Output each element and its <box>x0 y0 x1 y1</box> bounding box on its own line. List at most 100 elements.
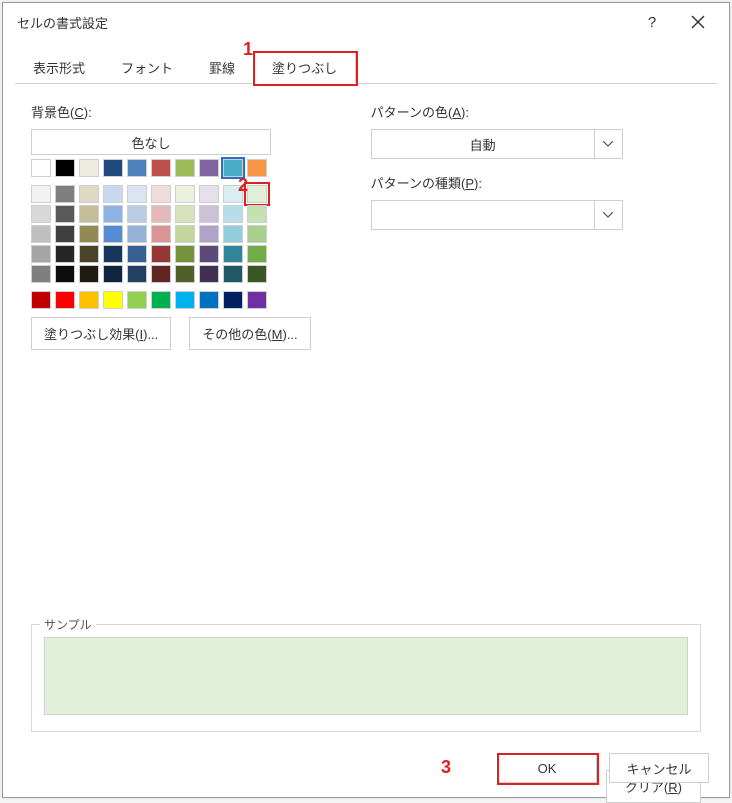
chevron-down-icon <box>594 201 622 229</box>
titlebar: セルの書式設定 ? <box>3 3 729 41</box>
color-swatch[interactable] <box>103 265 123 283</box>
color-swatch[interactable] <box>79 225 99 243</box>
color-swatch[interactable] <box>79 291 99 309</box>
color-swatch[interactable] <box>247 185 267 203</box>
color-swatch[interactable] <box>151 291 171 309</box>
dialog-body: 背景色(C): 色なし 塗りつぶし効果(I)... その他の色(M)... パタ… <box>3 84 729 743</box>
close-button[interactable] <box>675 3 721 41</box>
color-swatch[interactable] <box>103 291 123 309</box>
color-swatch[interactable] <box>127 225 147 243</box>
tab-border[interactable]: 罫線 <box>191 52 253 84</box>
color-swatch[interactable] <box>55 265 75 283</box>
color-swatch[interactable] <box>103 225 123 243</box>
tabs-row: 表示形式 フォント 罫線 塗りつぶし <box>3 41 729 84</box>
color-swatch[interactable] <box>79 185 99 203</box>
close-icon <box>691 15 705 29</box>
color-swatch-row <box>31 159 271 177</box>
color-swatch[interactable] <box>247 291 267 309</box>
color-swatch[interactable] <box>151 205 171 223</box>
color-swatch[interactable] <box>175 205 195 223</box>
sample-preview <box>44 637 688 715</box>
color-swatch[interactable] <box>31 225 51 243</box>
dialog-title: セルの書式設定 <box>17 13 629 32</box>
color-swatch[interactable] <box>31 291 51 309</box>
color-swatch[interactable] <box>223 185 243 203</box>
cancel-button[interactable]: キャンセル <box>609 753 709 783</box>
tab-font[interactable]: フォント <box>103 52 191 84</box>
pattern-section: パターンの色(A): 自動 パターンの種類(P): <box>371 102 701 350</box>
color-swatch[interactable] <box>55 159 75 177</box>
color-swatch[interactable] <box>55 291 75 309</box>
color-swatch[interactable] <box>151 159 171 177</box>
color-swatch[interactable] <box>199 245 219 263</box>
tab-display-format[interactable]: 表示形式 <box>15 52 103 84</box>
color-swatch[interactable] <box>103 159 123 177</box>
color-swatch[interactable] <box>127 185 147 203</box>
color-swatch[interactable] <box>175 291 195 309</box>
color-swatch[interactable] <box>199 159 219 177</box>
color-swatch[interactable] <box>247 205 267 223</box>
color-swatch[interactable] <box>127 265 147 283</box>
color-swatch[interactable] <box>55 225 75 243</box>
sample-label: サンプル <box>40 616 96 633</box>
no-color-button[interactable]: 色なし <box>31 129 271 155</box>
color-swatch[interactable] <box>199 225 219 243</box>
color-swatch[interactable] <box>79 205 99 223</box>
color-swatch[interactable] <box>247 245 267 263</box>
color-swatch[interactable] <box>175 159 195 177</box>
color-swatch[interactable] <box>151 265 171 283</box>
more-colors-button[interactable]: その他の色(M)... <box>189 317 310 350</box>
color-swatch[interactable] <box>103 185 123 203</box>
color-swatch[interactable] <box>223 265 243 283</box>
color-swatch[interactable] <box>199 185 219 203</box>
color-swatch[interactable] <box>79 159 99 177</box>
color-swatch[interactable] <box>223 159 243 177</box>
dialog-footer: OK キャンセル <box>3 743 729 797</box>
color-swatch[interactable] <box>31 205 51 223</box>
pattern-color-combo[interactable]: 自動 <box>371 129 623 159</box>
ok-button[interactable]: OK <box>497 753 597 783</box>
color-swatch[interactable] <box>199 291 219 309</box>
color-swatch[interactable] <box>223 291 243 309</box>
color-swatch[interactable] <box>175 245 195 263</box>
color-swatch[interactable] <box>127 291 147 309</box>
color-swatch[interactable] <box>247 225 267 243</box>
tab-fill[interactable]: 塗りつぶし <box>253 51 356 84</box>
color-swatch[interactable] <box>151 185 171 203</box>
pattern-color-label: パターンの色(A): <box>371 102 701 121</box>
color-swatch[interactable] <box>199 205 219 223</box>
color-swatch[interactable] <box>247 159 267 177</box>
color-swatch[interactable] <box>55 205 75 223</box>
color-swatch[interactable] <box>175 185 195 203</box>
background-color-section: 背景色(C): 色なし 塗りつぶし効果(I)... その他の色(M)... <box>31 102 311 350</box>
fill-effects-button[interactable]: 塗りつぶし効果(I)... <box>31 317 171 350</box>
color-swatch[interactable] <box>151 225 171 243</box>
color-swatch[interactable] <box>223 225 243 243</box>
color-swatch-row <box>31 291 271 309</box>
color-swatch-row <box>31 265 271 283</box>
color-swatch[interactable] <box>199 265 219 283</box>
color-swatch[interactable] <box>127 159 147 177</box>
color-swatch[interactable] <box>31 185 51 203</box>
color-swatch[interactable] <box>79 265 99 283</box>
color-swatch[interactable] <box>223 205 243 223</box>
color-swatch-row <box>31 245 271 263</box>
color-swatch[interactable] <box>175 225 195 243</box>
color-swatch[interactable] <box>127 245 147 263</box>
color-swatch[interactable] <box>175 265 195 283</box>
color-swatch[interactable] <box>151 245 171 263</box>
color-swatch[interactable] <box>103 245 123 263</box>
color-swatch[interactable] <box>31 159 51 177</box>
color-swatch[interactable] <box>55 245 75 263</box>
color-swatch[interactable] <box>223 245 243 263</box>
color-swatch[interactable] <box>31 265 51 283</box>
pattern-type-combo[interactable] <box>371 200 623 230</box>
color-swatch[interactable] <box>247 265 267 283</box>
color-swatch[interactable] <box>79 245 99 263</box>
color-swatch[interactable] <box>55 185 75 203</box>
color-swatch-row <box>31 185 271 203</box>
color-swatch[interactable] <box>31 245 51 263</box>
help-button[interactable]: ? <box>629 3 675 41</box>
color-swatch[interactable] <box>103 205 123 223</box>
color-swatch[interactable] <box>127 205 147 223</box>
